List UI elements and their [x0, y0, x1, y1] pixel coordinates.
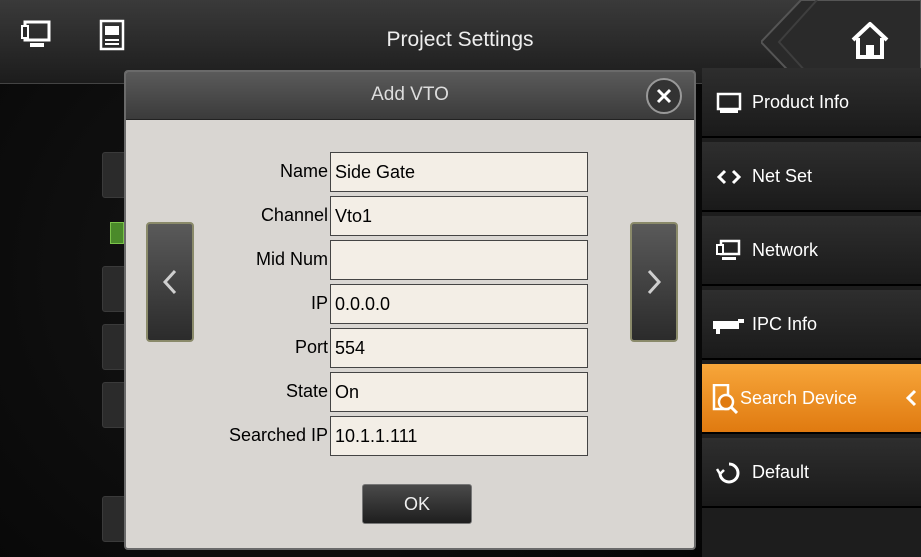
- port-field[interactable]: [330, 328, 588, 368]
- add-vto-dialog: Add VTO Name Channel Mid Num IP Port Sta…: [124, 70, 696, 550]
- camera-icon: [713, 319, 744, 334]
- sidebar-item-label: Search Device: [740, 388, 858, 408]
- chevron-left-icon: [905, 389, 917, 407]
- chevron-right-icon: [647, 269, 662, 295]
- recycle-icon: [716, 462, 740, 484]
- mid-num-field[interactable]: [330, 240, 588, 280]
- sidebar-item-default[interactable]: Default: [702, 438, 921, 508]
- chevron-left-icon: [162, 269, 177, 295]
- network-monitor-icon: [716, 239, 741, 260]
- mid-num-label: Mid Num: [255, 249, 328, 269]
- sidebar-item-net-set[interactable]: Net Set: [702, 142, 921, 212]
- sidebar-item-search-device[interactable]: Search Device: [702, 364, 921, 434]
- search-device-icon: [712, 384, 738, 414]
- state-field[interactable]: [330, 372, 588, 412]
- sidebar-item-ipc-info[interactable]: IPC Info: [702, 290, 921, 360]
- sidebar-item-label: Product Info: [752, 92, 850, 112]
- port-label: Port: [294, 337, 328, 357]
- dialog-header: Add VTO: [126, 72, 694, 120]
- sidebar-item-label: Default: [752, 462, 810, 482]
- device-panel-icon[interactable]: [95, 18, 129, 52]
- home-icon[interactable]: [849, 20, 891, 62]
- ok-button[interactable]: OK: [362, 484, 472, 524]
- code-arrows-icon: [716, 169, 742, 185]
- sidebar-item-product-info[interactable]: Product Info: [702, 68, 921, 138]
- ip-label: IP: [310, 293, 328, 313]
- page-title: Project Settings: [386, 28, 534, 51]
- ip-field[interactable]: [330, 284, 588, 324]
- channel-field[interactable]: [330, 196, 588, 236]
- name-label: Name: [279, 161, 328, 181]
- green-indicator: [110, 222, 124, 244]
- sidebar-item-label: Network: [752, 240, 819, 260]
- sidebar: Product Info Net Set Network IPC Info Se…: [702, 68, 921, 557]
- channel-label: Channel: [260, 205, 328, 225]
- next-button[interactable]: [630, 222, 678, 342]
- state-label: State: [285, 381, 328, 401]
- sidebar-item-label: Net Set: [752, 166, 813, 186]
- previous-button[interactable]: [146, 222, 194, 342]
- sidebar-item-network[interactable]: Network: [702, 216, 921, 286]
- monitor-icon: [716, 92, 742, 113]
- close-button[interactable]: [646, 78, 682, 114]
- searched-ip-label: Searched IP: [228, 425, 328, 445]
- searched-ip-field[interactable]: [330, 416, 588, 456]
- dialog-title: Add VTO: [371, 84, 449, 105]
- close-icon: [656, 88, 672, 104]
- monitor-icon[interactable]: [20, 18, 54, 52]
- sidebar-item-label: IPC Info: [752, 314, 818, 334]
- name-field[interactable]: [330, 152, 588, 192]
